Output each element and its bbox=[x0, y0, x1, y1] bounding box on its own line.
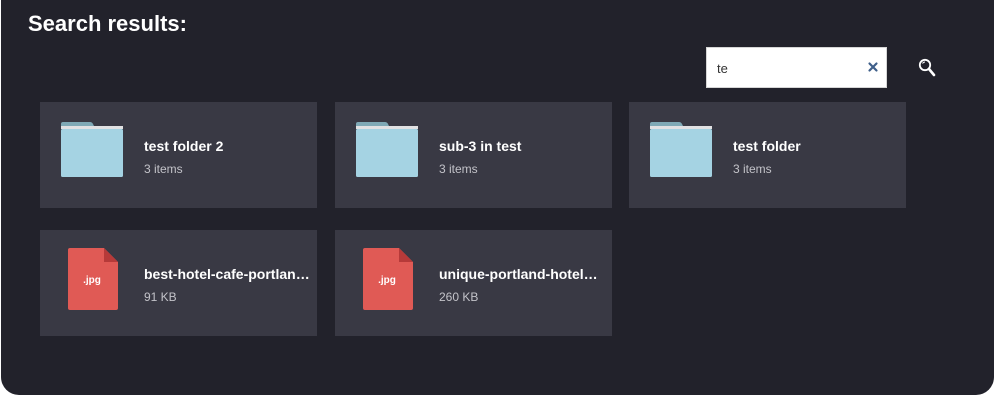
file-size: 91 KB bbox=[144, 290, 177, 304]
search-results-panel: Search results: test folder 2 3 items bbox=[1, 0, 994, 395]
search-icon[interactable] bbox=[917, 57, 939, 79]
folder-card[interactable]: sub-3 in test 3 items bbox=[335, 102, 612, 208]
search-input[interactable] bbox=[717, 58, 857, 78]
close-icon[interactable] bbox=[866, 60, 880, 74]
file-card[interactable]: .jpg unique-portland-hotels.jpg 260 KB bbox=[335, 230, 612, 336]
folder-item-count: 3 items bbox=[733, 162, 772, 176]
folder-name: test folder 2 bbox=[144, 138, 224, 154]
jpg-file-icon: .jpg bbox=[66, 248, 120, 317]
folder-item-count: 3 items bbox=[439, 162, 478, 176]
file-name: best-hotel-cafe-portland-hotel-wt3p.jpg bbox=[144, 266, 310, 282]
folder-name: test folder bbox=[733, 138, 801, 154]
folder-card[interactable]: test folder 3 items bbox=[629, 102, 906, 208]
folder-name: sub-3 in test bbox=[439, 138, 522, 154]
folder-icon bbox=[355, 122, 419, 183]
jpg-file-icon: .jpg bbox=[361, 248, 415, 317]
file-extension-label: .jpg bbox=[83, 275, 101, 286]
folder-icon bbox=[60, 122, 124, 183]
file-size: 260 KB bbox=[439, 290, 479, 304]
folder-icon bbox=[649, 122, 713, 183]
file-extension-label: .jpg bbox=[378, 275, 396, 286]
folder-item-count: 3 items bbox=[144, 162, 183, 176]
file-card[interactable]: .jpg best-hotel-cafe-portland-hotel-wt3p… bbox=[40, 230, 317, 336]
page-title: Search results: bbox=[28, 11, 187, 36]
file-name: unique-portland-hotels.jpg bbox=[439, 266, 605, 282]
folder-card[interactable]: test folder 2 3 items bbox=[40, 102, 317, 208]
search-box bbox=[706, 47, 887, 88]
